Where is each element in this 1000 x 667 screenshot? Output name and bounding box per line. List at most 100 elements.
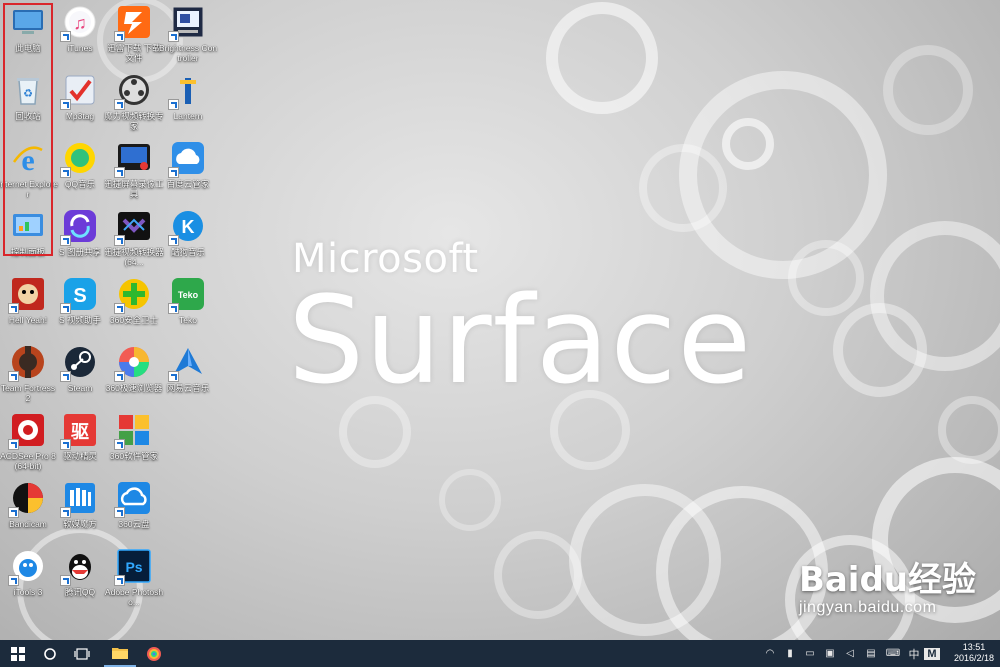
svg-text:Teko: Teko [178,290,199,300]
network-icon[interactable]: ▣ [820,648,840,659]
desktop-icon-recorder[interactable]: 迅捷屏幕录像工具 [104,140,164,199]
desktop-icon-baiduyun[interactable]: 百度云管家 [158,140,218,189]
taskbar-clock[interactable]: 13:51 2016/2/18 [954,642,994,664]
recorder-icon [114,140,152,178]
ime-language[interactable]: 中 [904,646,924,662]
shortcut-arrow-icon [114,167,125,178]
desktop-icon-qqmusic[interactable]: QQ音乐 [50,140,110,189]
shortcut-arrow-icon [114,31,125,42]
s_video-icon: S [60,276,98,314]
file-explorer-icon [112,648,128,659]
desktop-icon-browser360[interactable]: 360极速浏览器 [104,344,164,393]
svg-text:驱: 驱 [71,422,89,442]
desktop-icon-label: 驱动精灵 [62,451,97,461]
keyboard-icon[interactable]: ⌨ [882,648,904,659]
hellyeah-icon [8,276,46,314]
desktop-icon-label: 网易云音乐 [166,383,210,393]
kugou-icon: K [168,208,206,246]
steam-icon [60,344,98,382]
desktop-icon-ruanmei[interactable]: 软媒魔方 [50,480,110,529]
desktop-icon-label: 360极速浏览器 [105,383,163,393]
volume-icon[interactable]: ◁ [840,648,860,659]
task-view-icon [74,647,90,660]
shortcut-arrow-icon [8,575,19,586]
desktop-icon-steam[interactable]: Steam [50,344,110,393]
tf2-icon [8,344,46,382]
desktop-icon-photoshop[interactable]: Ps Adobe Photosho... [104,548,164,607]
safe360-icon [114,276,152,314]
ime-mode[interactable]: M [924,647,940,660]
desktop-icon-label: QQ音乐 [64,179,96,189]
task-view-button[interactable] [66,640,98,667]
taskbar-360-browser[interactable] [138,640,170,667]
shortcut-arrow-icon [114,235,125,246]
shortcut-arrow-icon [60,99,71,110]
desktop-icon-qq[interactable]: 腾讯QQ [50,548,110,597]
desktop-icon-label: Steam [67,383,93,393]
shortcut-arrow-icon [168,303,179,314]
svg-text:Ps: Ps [125,559,142,575]
desktop-icon-softmgr360[interactable]: 360软件管家 [104,412,164,461]
desktop-icon-teko[interactable]: Teko Teko [158,276,218,325]
convert64-icon [114,208,152,246]
start-button[interactable] [2,640,34,667]
desktop-icon-label: S 视频助手 [58,315,102,325]
converter-icon [114,72,152,110]
desktop-icon-s_video[interactable]: S S 视频助手 [50,276,110,325]
netease-icon [168,344,206,382]
shortcut-arrow-icon [114,507,125,518]
taskbar-file-explorer[interactable] [104,640,136,667]
desktop-icon-label: 360软件管家 [109,451,159,461]
acdsee-icon [8,412,46,450]
shortcut-arrow-icon [60,235,71,246]
shortcut-arrow-icon [114,439,125,450]
taskbar: ◠ ▮ ▭ ▣ ◁ ▤ ⌨ 中 M 13:51 2016/2/18 [0,640,1000,667]
desktop-icon-brightness[interactable]: Brightness Controller [158,4,218,63]
shortcut-arrow-icon [114,99,125,110]
desktop-icon-label: iTunes [67,43,93,53]
usb-icon[interactable]: ▮ [780,648,800,659]
shortcut-arrow-icon [8,303,19,314]
desktop-icon-driver[interactable]: 驱驱动精灵 [50,412,110,461]
desktop-icon-kugou[interactable]: K 酷狗音乐 [158,208,218,257]
driver-icon: 驱 [60,412,98,450]
desktop-icon-converter[interactable]: 魔力视频转换专家 [104,72,164,131]
watermark-logo: Baidu经验 [798,560,976,600]
shortcut-arrow-icon [168,167,179,178]
desktop-icon-label: 酷狗音乐 [170,247,205,257]
desktop-icon-convert64[interactable]: 迅捷视频转换器 (64... [104,208,164,267]
desktop-icon-mp3tag[interactable]: Mp3tag [50,72,110,121]
windows-logo-icon [11,646,25,661]
clock-time: 13:51 [962,642,986,652]
wifi-icon[interactable]: ◠ [760,648,780,659]
battery-icon[interactable]: ▭ [800,648,820,659]
shortcut-arrow-icon [60,31,71,42]
brightness-icon [168,4,206,42]
desktop-icon-itunes[interactable]: ♫ iTunes [50,4,110,53]
svg-text:♫: ♫ [73,13,87,33]
notification-icon[interactable]: ▤ [860,648,882,659]
desktop-icon-lantern[interactable]: Lantern [158,72,218,121]
cloud360-icon [114,480,152,518]
desktop-icon-netease[interactable]: 网易云音乐 [158,344,218,393]
desktop-icon-cloud360[interactable]: 360云盘 [104,480,164,529]
desktop-icon-label: 魔力视频转换专家 [104,111,164,131]
shortcut-arrow-icon [60,439,71,450]
itunes-icon: ♫ [60,4,98,42]
shortcut-arrow-icon [60,575,71,586]
shortcut-arrow-icon [8,371,19,382]
desktop-icon-xunlei[interactable]: 迅雷下载 下载文件 [104,4,164,63]
desktop-icon-label: 迅雷下载 下载文件 [107,43,161,63]
shortcut-arrow-icon [8,507,19,518]
xunlei-icon [114,4,152,42]
shortcut-arrow-icon [60,507,71,518]
lantern-icon [168,72,206,110]
desktop-icon-label: Brightness Controller [158,43,218,63]
desktop-icon-label: 迅捷视频转换器 (64... [104,247,164,267]
desktop-icon-label: Teko [179,315,197,325]
desktop-icon-safe360[interactable]: 360安全卫士 [104,276,164,325]
desktop-icon-s_share[interactable]: S 图册共享 [50,208,110,257]
baiduyun-icon [168,140,206,178]
cortana-search-button[interactable] [34,640,66,667]
shortcut-arrow-icon [168,31,179,42]
